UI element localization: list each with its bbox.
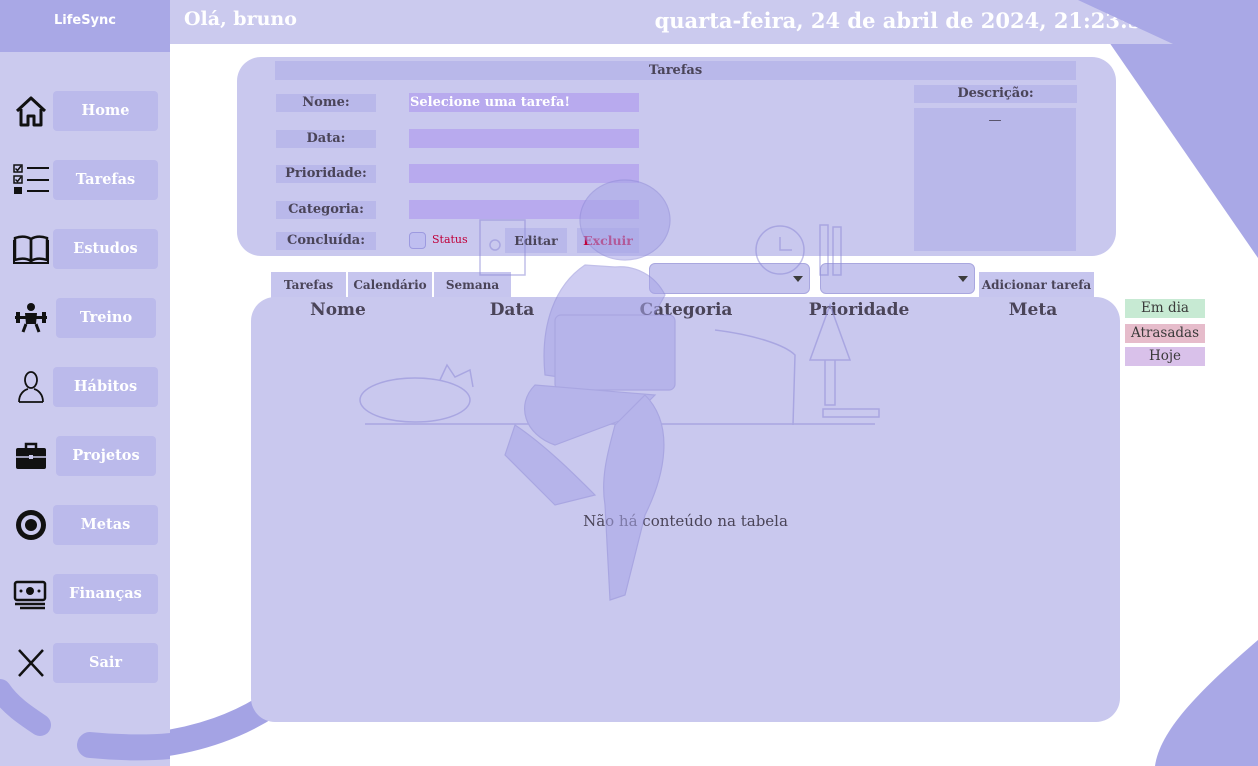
target-icon: [16, 510, 46, 540]
top-header: Olá, bruno quarta-feira, 24 de abril de …: [170, 0, 1258, 44]
sidebar-item-home[interactable]: Home: [0, 91, 170, 131]
date-field: [409, 129, 639, 148]
done-label: Concluída:: [276, 232, 376, 250]
add-task-button[interactable]: Adicionar tarefa: [979, 272, 1094, 298]
column-header-categoria[interactable]: Categoria: [599, 300, 773, 320]
sidebar-item-projetos[interactable]: Projetos: [0, 436, 170, 476]
sidebar-item-metas[interactable]: Metas: [0, 505, 170, 545]
priority-label: Prioridade:: [276, 165, 376, 183]
person-icon: [18, 371, 44, 403]
sidebar-item-financas[interactable]: Finanças: [0, 574, 170, 614]
task-detail-panel: Tarefas Nome: Selecione uma tarefa! Data…: [237, 57, 1116, 256]
briefcase-icon: [16, 442, 46, 469]
panel-title: Tarefas: [275, 61, 1076, 80]
status-checkbox-label: Status: [432, 233, 468, 246]
date-label: Data:: [276, 130, 376, 148]
sidebar-item-tarefas[interactable]: Tarefas: [0, 160, 170, 200]
money-icon: [13, 580, 47, 610]
home-icon: [15, 96, 47, 127]
category-field: [409, 200, 639, 219]
chevron-down-icon: [793, 276, 803, 282]
sidebar: LifeSync Home Tarefas Estudos Treino Háb…: [0, 0, 170, 766]
description-label: Descrição:: [914, 85, 1077, 103]
sidebar-item-label[interactable]: Treino: [56, 298, 156, 338]
app-logo: LifeSync: [0, 0, 170, 52]
category-filter-dropdown[interactable]: [649, 263, 810, 294]
task-table: Nome Data Categoria Prioridade Meta Não …: [251, 297, 1120, 722]
sidebar-item-label[interactable]: Estudos: [53, 229, 158, 269]
greeting: Olá, bruno: [184, 8, 297, 30]
empty-table-message: Não há conteúdo na tabela: [583, 512, 788, 530]
category-label: Categoria:: [276, 201, 376, 219]
delete-button[interactable]: Excluir: [577, 228, 639, 253]
column-header-data[interactable]: Data: [425, 300, 599, 320]
legend-hoje: Hoje: [1125, 347, 1205, 366]
tab-tarefas[interactable]: Tarefas: [271, 272, 348, 298]
sidebar-item-treino[interactable]: Treino: [0, 298, 170, 338]
tab-calendario[interactable]: Calendário: [348, 272, 434, 298]
workout-icon: [15, 303, 47, 333]
sidebar-item-label[interactable]: Metas: [53, 505, 158, 545]
sidebar-item-label[interactable]: Projetos: [56, 436, 156, 476]
legend-em-dia: Em dia: [1125, 299, 1205, 318]
column-header-prioridade[interactable]: Prioridade: [772, 300, 946, 320]
name-label: Nome:: [276, 94, 376, 112]
edit-button[interactable]: Editar: [505, 228, 567, 253]
status-checkbox[interactable]: [409, 232, 426, 249]
legend-atrasadas: Atrasadas: [1125, 324, 1205, 343]
sidebar-item-estudos[interactable]: Estudos: [0, 229, 170, 269]
sidebar-item-label[interactable]: Sair: [53, 643, 158, 683]
column-header-meta[interactable]: Meta: [946, 300, 1120, 320]
sidebar-item-label[interactable]: Tarefas: [53, 160, 158, 200]
book-icon: [13, 235, 49, 264]
current-datetime: quarta-feira, 24 de abril de 2024, 21:23…: [654, 8, 1157, 33]
name-field: Selecione uma tarefa!: [409, 93, 639, 112]
sidebar-item-sair[interactable]: Sair: [0, 643, 170, 683]
description-box: —: [914, 108, 1076, 251]
sidebar-item-habitos[interactable]: Hábitos: [0, 367, 170, 407]
checklist-icon: [13, 164, 49, 194]
priority-filter-dropdown[interactable]: [820, 263, 975, 294]
tab-semana[interactable]: Semana: [434, 272, 511, 298]
chevron-down-icon: [958, 276, 968, 282]
priority-field: [409, 164, 639, 183]
column-header-nome[interactable]: Nome: [251, 300, 425, 320]
close-icon: [18, 649, 44, 677]
sidebar-item-label[interactable]: Finanças: [53, 574, 158, 614]
sidebar-item-label[interactable]: Home: [53, 91, 158, 131]
sidebar-item-label[interactable]: Hábitos: [53, 367, 158, 407]
